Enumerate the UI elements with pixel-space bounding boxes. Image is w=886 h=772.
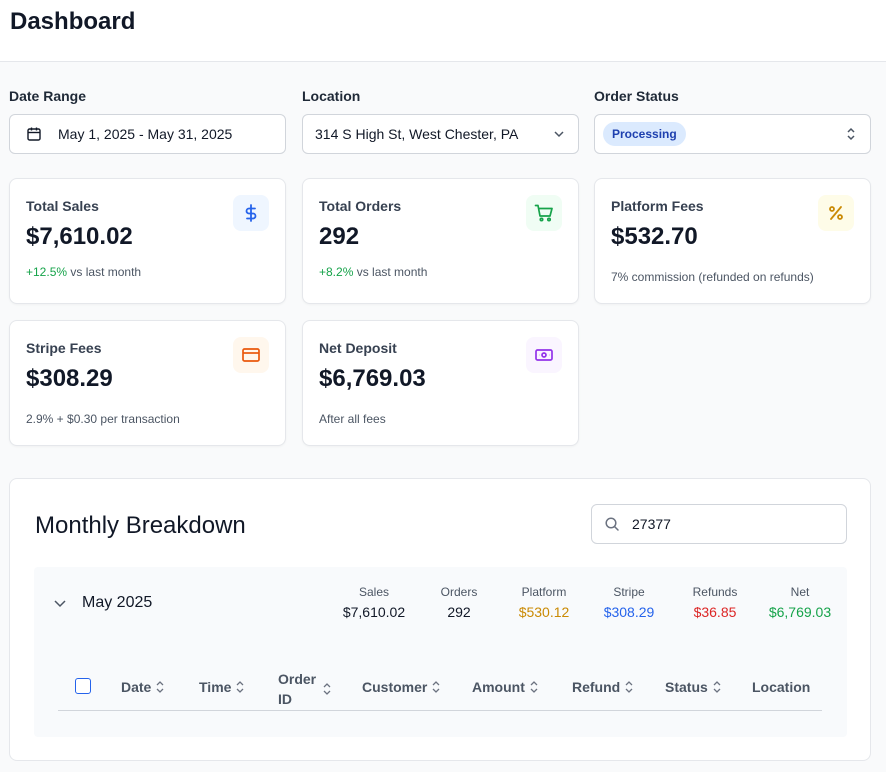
stat-refunds: Refunds $36.85 bbox=[670, 585, 760, 620]
column-status[interactable]: Status bbox=[665, 679, 722, 695]
sort-icon bbox=[155, 680, 165, 694]
stat-label: Net bbox=[790, 585, 810, 599]
location-select[interactable]: 314 S High St, West Chester, PA bbox=[302, 114, 579, 154]
stat-label: Refunds bbox=[692, 585, 738, 599]
stat-stripe: Stripe $308.29 bbox=[584, 585, 674, 620]
order-status-label: Order Status bbox=[594, 88, 679, 104]
platform-fees-card: Platform Fees $532.70 7% commission (ref… bbox=[594, 178, 871, 304]
top-bar: Dashboard bbox=[0, 0, 886, 62]
chevron-down-icon[interactable] bbox=[52, 595, 68, 611]
card-value: $308.29 bbox=[26, 365, 113, 392]
card-sub-label: vs last month bbox=[70, 265, 142, 279]
select-all-checkbox[interactable] bbox=[75, 678, 91, 694]
card-subtext: +8.2% vs last month bbox=[319, 265, 427, 279]
location-filter: Location 314 S High St, West Chester, PA bbox=[302, 88, 579, 154]
percent-icon bbox=[818, 195, 854, 231]
search-icon bbox=[604, 516, 620, 532]
chevron-up-down-icon bbox=[844, 127, 858, 141]
date-range-label: Date Range bbox=[9, 88, 87, 104]
sort-icon bbox=[235, 680, 245, 694]
stat-net: Net $6,769.03 bbox=[755, 585, 845, 620]
location-label: Location bbox=[302, 88, 361, 104]
calendar-icon bbox=[26, 126, 42, 142]
monthly-breakdown-panel: Monthly Breakdown 27377 May 2025 Sales $… bbox=[9, 478, 871, 761]
column-date[interactable]: Date bbox=[121, 679, 165, 695]
card-sub-label: vs last month bbox=[356, 265, 428, 279]
card-subtext: +12.5% vs last month bbox=[26, 265, 141, 279]
total-orders-card: Total Orders 292 +8.2% vs last month bbox=[302, 178, 579, 304]
card-title: Total Orders bbox=[319, 198, 402, 214]
table-header: Date Time Order ID Customer Amount Refun… bbox=[58, 665, 822, 711]
stripe-fees-card: Stripe Fees $308.29 2.9% + $0.30 per tra… bbox=[9, 320, 286, 446]
stat-value: $6,769.03 bbox=[768, 604, 832, 620]
stat-sales: Sales $7,610.02 bbox=[329, 585, 419, 620]
stat-label: Platform bbox=[521, 585, 567, 599]
month-group: May 2025 Sales $7,610.02 Orders 292 Plat… bbox=[34, 567, 847, 737]
stat-value: 292 bbox=[447, 604, 471, 620]
stat-label: Orders bbox=[440, 585, 478, 599]
chevron-down-icon bbox=[552, 127, 566, 141]
column-label: Location bbox=[752, 679, 811, 695]
date-range-filter: Date Range May 1, 2025 - May 31, 2025 bbox=[9, 88, 286, 154]
status-badge: Processing bbox=[603, 122, 686, 146]
column-label: Status bbox=[665, 679, 708, 695]
column-order-id[interactable]: Order ID bbox=[278, 669, 338, 709]
search-value: 27377 bbox=[632, 516, 671, 532]
column-label: Customer bbox=[362, 679, 428, 695]
month-name: May 2025 bbox=[82, 594, 153, 611]
stat-value: $7,610.02 bbox=[342, 604, 406, 620]
dollar-icon bbox=[233, 195, 269, 231]
column-label: Time bbox=[199, 679, 232, 695]
card-title: Stripe Fees bbox=[26, 340, 102, 356]
change-percent: +12.5% bbox=[26, 265, 68, 279]
card-subtext: 7% commission (refunded on refunds) bbox=[611, 270, 814, 284]
stat-value: $308.29 bbox=[603, 604, 655, 620]
section-title: Monthly Breakdown bbox=[35, 512, 246, 539]
card-value: 292 bbox=[319, 223, 360, 250]
column-label: Refund bbox=[572, 679, 621, 695]
stat-label: Stripe bbox=[613, 585, 645, 599]
column-location: Location bbox=[752, 679, 810, 695]
total-sales-card: Total Sales $7,610.02 +12.5% vs last mon… bbox=[9, 178, 286, 304]
column-label: Date bbox=[121, 679, 152, 695]
column-label: Amount bbox=[472, 679, 525, 695]
order-status-select[interactable]: Processing bbox=[594, 114, 871, 154]
date-range-picker[interactable]: May 1, 2025 - May 31, 2025 bbox=[9, 114, 286, 154]
card-title: Platform Fees bbox=[611, 198, 704, 214]
cart-icon bbox=[526, 195, 562, 231]
card-value: $6,769.03 bbox=[319, 365, 426, 392]
card-value: $532.70 bbox=[611, 223, 698, 250]
sort-icon bbox=[322, 682, 332, 696]
net-deposit-card: Net Deposit $6,769.03 After all fees bbox=[302, 320, 579, 446]
column-customer[interactable]: Customer bbox=[362, 679, 441, 695]
sort-icon bbox=[431, 680, 441, 694]
order-status-filter: Order Status Processing bbox=[594, 88, 871, 154]
stat-value: $36.85 bbox=[693, 604, 737, 620]
column-refund[interactable]: Refund bbox=[572, 679, 634, 695]
card-title: Total Sales bbox=[26, 198, 99, 214]
column-label: Order ID bbox=[278, 671, 317, 707]
sort-icon bbox=[624, 680, 634, 694]
column-time[interactable]: Time bbox=[199, 679, 245, 695]
location-value: 314 S High St, West Chester, PA bbox=[315, 126, 519, 142]
card-subtext: After all fees bbox=[319, 412, 386, 426]
stat-label: Sales bbox=[358, 585, 390, 599]
change-percent: +8.2% bbox=[319, 265, 354, 279]
sort-icon bbox=[712, 680, 722, 694]
stat-platform: Platform $530.12 bbox=[499, 585, 589, 620]
sort-icon bbox=[529, 680, 539, 694]
stat-orders: Orders 292 bbox=[414, 585, 504, 620]
search-input[interactable]: 27377 bbox=[591, 504, 847, 544]
card-title: Net Deposit bbox=[319, 340, 397, 356]
card-value: $7,610.02 bbox=[26, 223, 133, 250]
credit-card-icon bbox=[233, 337, 269, 373]
page-title: Dashboard bbox=[10, 8, 136, 35]
stat-value: $530.12 bbox=[518, 604, 570, 620]
card-subtext: 2.9% + $0.30 per transaction bbox=[26, 412, 180, 426]
banknote-icon bbox=[526, 337, 562, 373]
date-range-value: May 1, 2025 - May 31, 2025 bbox=[58, 126, 233, 142]
column-amount[interactable]: Amount bbox=[472, 679, 539, 695]
